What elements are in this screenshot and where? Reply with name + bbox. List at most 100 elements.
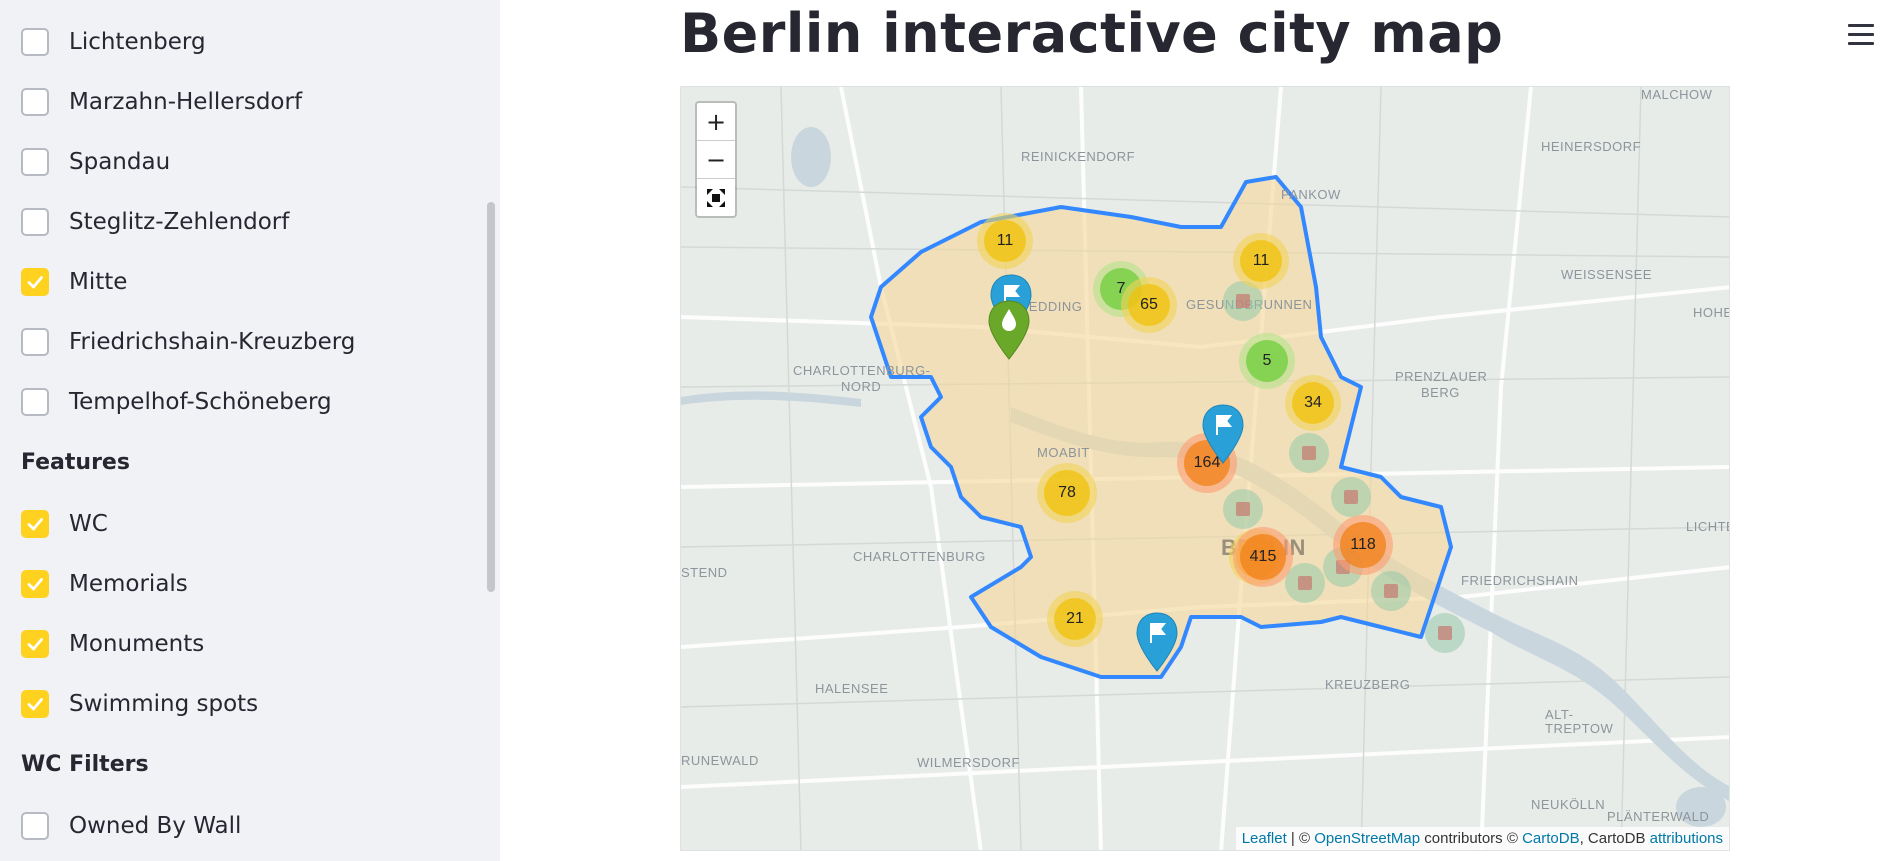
- marker-cluster[interactable]: 11: [977, 213, 1033, 269]
- checkbox-label: Tempelhof-Schöneberg: [69, 389, 332, 415]
- cartodb-link[interactable]: CartoDB: [1522, 830, 1580, 847]
- checkbox-label: Monuments: [69, 631, 205, 657]
- attribution-contrib: contributors ©: [1420, 830, 1523, 847]
- marker-cluster[interactable]: 11: [1233, 233, 1289, 289]
- checkmark-icon: [27, 638, 43, 651]
- place-label: NEUKÖLLN: [1531, 797, 1606, 812]
- wc-filter-checkbox-owned-by-wall[interactable]: Owned By Wall: [21, 806, 241, 846]
- zoom-control: + −: [695, 101, 737, 218]
- checkbox-box[interactable]: [21, 208, 49, 236]
- zoom-out-button[interactable]: −: [697, 141, 735, 179]
- map-attribution: Leaflet | © OpenStreetMap contributors ©…: [1235, 827, 1729, 850]
- cluster-count: 11: [984, 220, 1026, 262]
- checkbox-box[interactable]: [21, 630, 49, 658]
- checkmark-icon: [27, 698, 43, 711]
- checkbox-label: Owned By Wall: [69, 813, 242, 839]
- cluster-count: 34: [1292, 382, 1334, 424]
- checkbox-label: Friedrichshain-Kreuzberg: [69, 329, 356, 355]
- marker-cluster[interactable]: 415: [1233, 527, 1293, 587]
- checkmark-icon: [27, 578, 43, 591]
- checkbox-label: Spandau: [69, 149, 171, 175]
- marker-dot[interactable]: [1331, 477, 1371, 517]
- place-label: HALENSEE: [815, 681, 889, 696]
- district-checkbox-tempelhof-schoeneberg[interactable]: Tempelhof-Schöneberg: [21, 382, 332, 422]
- checkbox-label: Lichtenberg: [69, 29, 206, 55]
- marker-cluster[interactable]: 118: [1333, 515, 1393, 575]
- sidebar: Lichtenberg Marzahn-Hellersdorf Spandau …: [0, 0, 500, 861]
- checkbox-box[interactable]: [21, 570, 49, 598]
- place-label: PANKOW: [1281, 187, 1341, 202]
- feature-checkbox-memorials[interactable]: Memorials: [21, 564, 188, 604]
- fullscreen-icon: [707, 188, 725, 207]
- marker-cluster[interactable]: 5: [1239, 333, 1295, 389]
- checkbox-box[interactable]: [21, 812, 49, 840]
- district-checkbox-friedrichshain-kreuzberg[interactable]: Friedrichshain-Kreuzberg: [21, 322, 355, 362]
- checkbox-box[interactable]: [21, 268, 49, 296]
- place-label: HOHEN: [1693, 305, 1729, 320]
- checkbox-box[interactable]: [21, 388, 49, 416]
- osm-link[interactable]: OpenStreetMap: [1314, 830, 1420, 847]
- place-label: MOABIT: [1037, 445, 1090, 460]
- marker-cluster[interactable]: 65: [1121, 277, 1177, 333]
- cluster-count: 5: [1246, 340, 1288, 382]
- checkbox-label: Mitte: [69, 269, 128, 295]
- place-label: KREUZBERG: [1325, 677, 1411, 692]
- checkbox-label: Steglitz-Zehlendorf: [69, 209, 290, 235]
- checkbox-box[interactable]: [21, 690, 49, 718]
- district-checkbox-lichtenberg[interactable]: Lichtenberg: [21, 22, 206, 62]
- cluster-count: 78: [1044, 470, 1090, 516]
- checkbox-label: Swimming spots: [69, 691, 259, 717]
- checkmark-icon: [27, 276, 43, 289]
- marker-dot[interactable]: [1289, 433, 1329, 473]
- place-label: TREPTOW: [1545, 721, 1614, 736]
- marker-cluster[interactable]: 34: [1285, 375, 1341, 431]
- district-checkbox-steglitz-zehlendorf[interactable]: Steglitz-Zehlendorf: [21, 202, 289, 242]
- place-label: REINICKENDORF: [1021, 149, 1136, 164]
- place-label: BERG: [1421, 385, 1460, 400]
- marker-cluster[interactable]: 21: [1047, 591, 1103, 647]
- cluster-count: 11: [1240, 240, 1282, 282]
- checkbox-box[interactable]: [21, 148, 49, 176]
- place-label: ALT-: [1545, 707, 1574, 722]
- place-label: WEISSENSEE: [1561, 267, 1652, 282]
- attributions-link[interactable]: attributions: [1650, 830, 1723, 847]
- wc-filters-heading: WC Filters: [21, 752, 149, 777]
- fullscreen-button[interactable]: [697, 179, 735, 216]
- marker-cluster[interactable]: 78: [1037, 463, 1097, 523]
- place-label: CHARLOTTENBURG-: [793, 363, 931, 378]
- map-container[interactable]: MALCHOW REINICKENDORF HEINERSDORF PANKOW…: [680, 86, 1730, 851]
- leaflet-link[interactable]: Leaflet: [1242, 830, 1287, 847]
- marker-dot[interactable]: [1371, 571, 1411, 611]
- place-label: STEND: [681, 565, 728, 580]
- feature-checkbox-monuments[interactable]: Monuments: [21, 624, 204, 664]
- place-label: PRENZLAUER: [1395, 369, 1488, 384]
- checkbox-box[interactable]: [21, 328, 49, 356]
- attribution-cartodb2: , CartoDB: [1579, 830, 1650, 847]
- checkbox-box[interactable]: [21, 88, 49, 116]
- district-checkbox-mitte[interactable]: Mitte: [21, 262, 127, 302]
- place-label: WILMERSDORF: [917, 755, 1020, 770]
- swimming-drop-pin-icon[interactable]: [985, 299, 1033, 363]
- cluster-count: 21: [1054, 598, 1096, 640]
- checkbox-box[interactable]: [21, 28, 49, 56]
- place-label: NORD: [841, 379, 882, 394]
- feature-checkbox-swimming-spots[interactable]: Swimming spots: [21, 684, 258, 724]
- zoom-in-button[interactable]: +: [697, 103, 735, 141]
- flag-pin-icon[interactable]: [1133, 611, 1181, 675]
- hamburger-menu-icon[interactable]: [1848, 24, 1874, 48]
- cluster-count: 65: [1128, 284, 1170, 326]
- place-label: HEINERSDORF: [1541, 139, 1642, 154]
- place-label: CHARLOTTENBURG: [853, 549, 986, 564]
- checkmark-icon: [27, 518, 43, 531]
- page-title: Berlin interactive city map: [680, 2, 1504, 65]
- checkbox-box[interactable]: [21, 510, 49, 538]
- district-checkbox-marzahn-hellersdorf[interactable]: Marzahn-Hellersdorf: [21, 82, 302, 122]
- place-label: PLÄNTERWALD: [1607, 809, 1710, 824]
- marker-dot[interactable]: [1425, 613, 1465, 653]
- marker-dot[interactable]: [1285, 563, 1325, 603]
- district-checkbox-spandau[interactable]: Spandau: [21, 142, 170, 182]
- flag-pin-icon[interactable]: [1199, 403, 1247, 467]
- sidebar-scrollbar[interactable]: [487, 202, 495, 592]
- marker-dot[interactable]: [1223, 489, 1263, 529]
- feature-checkbox-wc[interactable]: WC: [21, 504, 108, 544]
